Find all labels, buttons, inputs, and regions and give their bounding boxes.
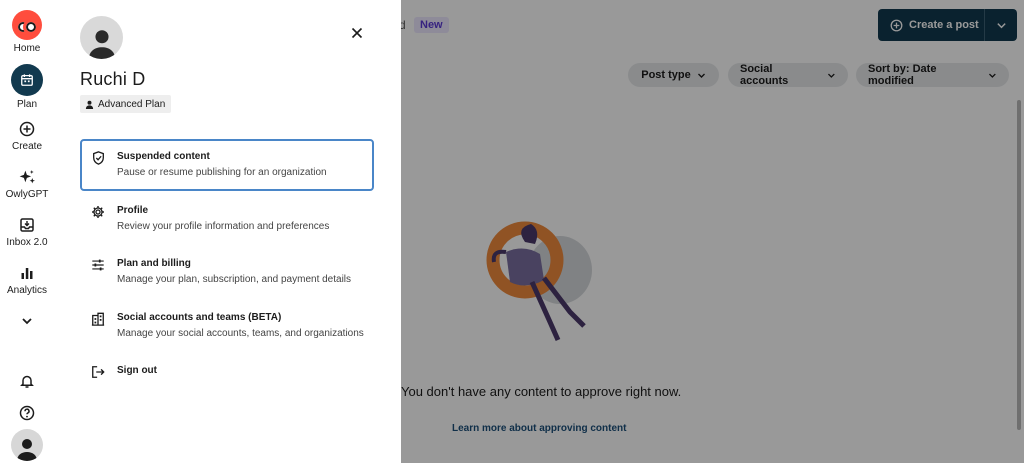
gear-icon bbox=[91, 205, 105, 219]
profile-drawer: Ruchi D Advanced Plan Suspended content … bbox=[54, 0, 401, 463]
rail-item-home[interactable]: Home bbox=[0, 10, 54, 54]
menu-item-description: Pause or resume publishing for an organi… bbox=[117, 167, 327, 178]
bell-icon bbox=[18, 372, 36, 390]
avatar bbox=[80, 16, 123, 59]
inbox-icon bbox=[18, 216, 36, 234]
menu-item-description: Review your profile information and pref… bbox=[117, 221, 330, 232]
menu-item-title: Profile bbox=[117, 205, 149, 216]
rail-item-create[interactable]: Create bbox=[0, 120, 54, 152]
building-icon bbox=[91, 312, 105, 326]
profile-avatar-button[interactable] bbox=[0, 429, 54, 461]
rail-item-inbox[interactable]: Inbox 2.0 bbox=[0, 216, 54, 248]
menu-item-description: Manage your social accounts, teams, and … bbox=[117, 328, 364, 339]
menu-item-social-accounts-and-teams[interactable]: Social accounts and teams (BETA) Manage … bbox=[80, 300, 374, 352]
bar-chart-icon bbox=[18, 264, 36, 282]
menu-item-title: Plan and billing bbox=[117, 258, 191, 269]
menu-item-title: Sign out bbox=[117, 365, 157, 376]
menu-item-title: Suspended content bbox=[117, 151, 210, 162]
rail-item-label: Plan bbox=[16, 99, 37, 110]
rail-item-plan[interactable]: Plan bbox=[0, 64, 54, 110]
rail-item-owlygpt[interactable]: OwlyGPT bbox=[0, 168, 54, 200]
menu-item-profile[interactable]: Profile Review your profile information … bbox=[80, 193, 374, 245]
rail-item-label: Analytics bbox=[6, 285, 47, 296]
question-circle-icon bbox=[18, 404, 36, 422]
close-icon bbox=[351, 27, 363, 39]
sign-out-icon bbox=[91, 365, 105, 379]
notifications-button[interactable] bbox=[0, 372, 54, 390]
rail-item-label: Inbox 2.0 bbox=[6, 237, 48, 248]
rail-more-button[interactable] bbox=[0, 312, 54, 330]
sparkle-icon bbox=[18, 168, 36, 186]
menu-item-plan-and-billing[interactable]: Plan and billing Manage your plan, subsc… bbox=[80, 246, 374, 298]
person-icon bbox=[85, 100, 94, 109]
left-navigation-rail: Home Plan Create OwlyGPT Inbox 2.0 Analy… bbox=[0, 0, 54, 463]
rail-item-label: Create bbox=[11, 141, 42, 152]
rail-item-label: OwlyGPT bbox=[5, 189, 49, 200]
menu-item-title: Social accounts and teams (BETA) bbox=[117, 312, 282, 323]
chevron-down-icon bbox=[18, 312, 36, 330]
plan-badge: Advanced Plan bbox=[80, 95, 172, 113]
rail-item-analytics[interactable]: Analytics bbox=[0, 264, 54, 296]
rail-item-label: Home bbox=[13, 43, 41, 54]
menu-item-description: Manage your plan, subscription, and paym… bbox=[117, 274, 352, 285]
help-button[interactable] bbox=[0, 404, 54, 422]
sliders-icon bbox=[91, 258, 105, 272]
shield-check-icon bbox=[91, 151, 105, 165]
close-drawer-button[interactable] bbox=[346, 22, 368, 44]
avatar bbox=[11, 429, 43, 461]
menu-item-suspended-content[interactable]: Suspended content Pause or resume publis… bbox=[80, 139, 374, 191]
plan-badge-label: Advanced Plan bbox=[98, 98, 166, 110]
calendar-icon bbox=[11, 64, 43, 96]
user-name: Ruchi D bbox=[80, 69, 146, 89]
owl-logo-icon bbox=[12, 10, 42, 40]
plus-circle-icon bbox=[18, 120, 36, 138]
menu-item-sign-out[interactable]: Sign out bbox=[80, 353, 374, 405]
